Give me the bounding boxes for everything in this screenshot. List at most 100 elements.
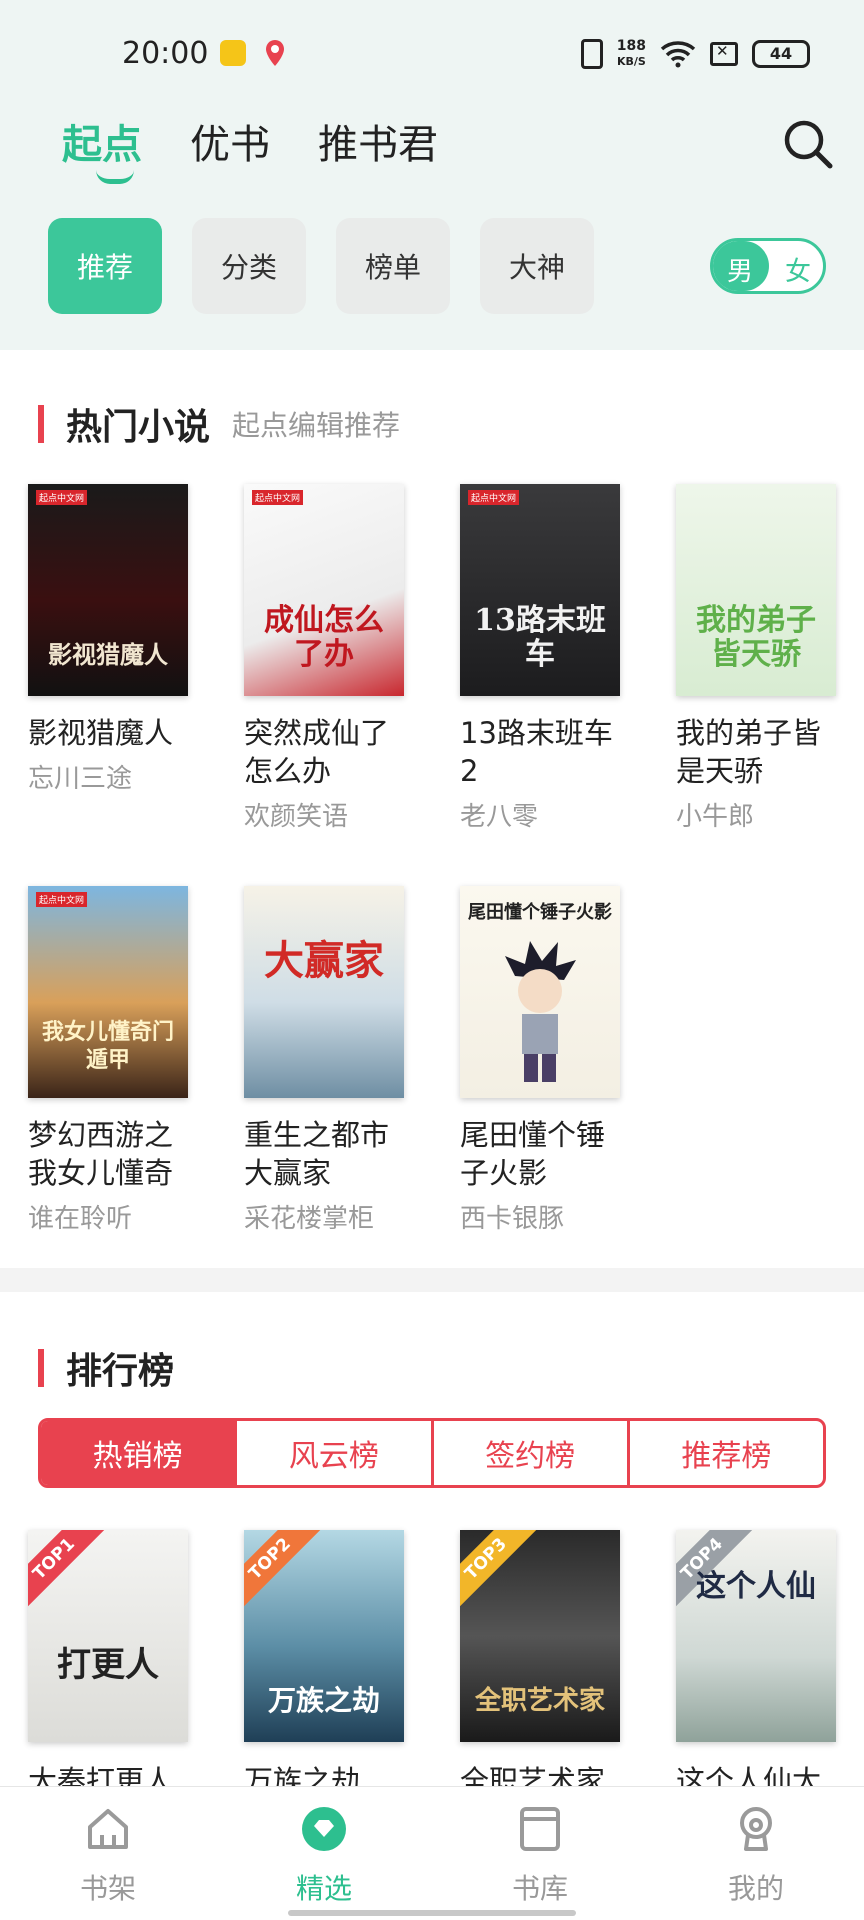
subtab-category[interactable]: 分类: [192, 218, 306, 314]
book-title: 影视猎魔人: [28, 716, 174, 750]
subtab-rankings[interactable]: 榜单: [336, 218, 450, 314]
book-cover: 我的弟子皆天骄: [676, 484, 836, 696]
search-icon[interactable]: [780, 116, 836, 172]
section-title: 热门小说: [66, 406, 211, 448]
cover-title: 影视猎魔人: [48, 640, 168, 669]
nav-featured[interactable]: 精选: [264, 1805, 384, 1907]
cover-title: 全职艺术家: [474, 1686, 605, 1716]
book-title: 13路末班车2: [460, 716, 613, 788]
book-cover: 起点中文网 影视猎魔人: [28, 484, 188, 696]
tab-label: 推书君: [318, 122, 438, 168]
ranked-book-card[interactable]: TOP2 万族之劫: [244, 1530, 404, 1742]
cover-title: 我的弟子皆天骄: [696, 603, 816, 672]
active-tab-indicator: [96, 170, 134, 184]
ranked-book-card[interactable]: TOP1 打更人: [28, 1530, 188, 1742]
nav-label: 我的: [727, 1872, 784, 1905]
nav-label: 书库: [511, 1872, 568, 1905]
location-pin-icon: [266, 40, 284, 66]
book-cover: 起点中文网 13路末班车: [460, 484, 620, 696]
book-title: 这个人仙太: [676, 1764, 822, 1786]
cover-character-illustration: [505, 941, 576, 1082]
cover-title: 13路末班车: [474, 603, 606, 672]
book-card[interactable]: 起点中文网 13路末班车 13路末班车2 老八零: [460, 484, 620, 833]
cover-title: 这个人仙: [696, 1569, 816, 1604]
sub-tabs: 推荐 分类 榜单 大神: [48, 218, 594, 314]
rank-badge: TOP2: [244, 1530, 324, 1613]
hot-novels-header: 热门小说 起点编辑推荐: [38, 398, 400, 450]
book-card[interactable]: 尾田懂个锤子火影 尾田懂个锤子火影 西卡银豚: [460, 886, 620, 1235]
publisher-logo: 起点中文网: [468, 490, 520, 505]
section-accent-bar: [38, 405, 44, 443]
book-card[interactable]: 起点中文网 影视猎魔人 影视猎魔人 忘川三途: [28, 484, 188, 795]
net-speed-unit: KB/S: [616, 55, 646, 68]
gender-female-label: 女: [785, 257, 812, 287]
book-cover: 大赢家: [244, 886, 404, 1098]
rank-badge: TOP1: [28, 1530, 108, 1613]
rank-badge: TOP3: [460, 1530, 540, 1613]
book-author: 忘川三途: [28, 764, 133, 794]
nav-label: 书架: [79, 1872, 136, 1905]
bottom-navigation: 书架 精选 书库 我的: [0, 1786, 864, 1920]
profile-icon: [740, 1807, 772, 1851]
nav-label: 精选: [295, 1872, 352, 1905]
header-area: 20:00 188 KB/S 44 起点: [0, 0, 864, 350]
ranked-book-card[interactable]: TOP3 全职艺术家: [460, 1530, 620, 1742]
publisher-logo: 起点中文网: [252, 490, 304, 505]
section-title: 排行榜: [66, 1350, 175, 1392]
ranking-header: 排行榜: [38, 1342, 174, 1394]
book-author: 西卡银豚: [460, 1204, 565, 1234]
nav-library[interactable]: 书库: [480, 1805, 600, 1907]
section-divider: [0, 1268, 864, 1292]
ranking-tab-trending[interactable]: 风云榜: [234, 1421, 430, 1485]
book-card[interactable]: 我的弟子皆天骄 我的弟子皆是天骄 小牛郎: [676, 484, 836, 833]
net-speed: 188 KB/S: [617, 39, 646, 69]
cover-title: 成仙怎么了办: [264, 603, 384, 672]
net-speed-value: 188: [616, 38, 646, 54]
book-card[interactable]: 起点中文网 我女儿懂奇门遁甲 梦幻西游之我女儿懂奇 谁在聆听: [28, 886, 188, 1235]
section-subtitle: 起点编辑推荐: [232, 409, 401, 442]
status-time: 20:00: [122, 36, 209, 71]
book-title: 重生之都市大赢家: [244, 1118, 390, 1190]
book-cover: TOP1 打更人: [28, 1530, 188, 1742]
book-card[interactable]: 起点中文网 成仙怎么了办 突然成仙了怎么办 欢颜笑语: [244, 484, 404, 833]
battery-indicator: 44: [752, 40, 810, 68]
cover-title: 万族之劫: [267, 1684, 380, 1717]
ranking-tab-recommended[interactable]: 推荐榜: [626, 1421, 823, 1485]
vibrate-icon: [580, 39, 603, 69]
book-title: 万族之劫: [244, 1764, 361, 1786]
book-cover: TOP3 全职艺术家: [460, 1530, 620, 1742]
status-icons: 188 KB/S 44: [580, 36, 810, 72]
ranked-book-titles: 大秦打更人 万族之劫 全职艺术家 这个人仙太: [0, 1756, 864, 1786]
cover-title: 打更人: [57, 1645, 159, 1685]
book-title: 尾田懂个锤子火影: [460, 1118, 606, 1190]
home-indicator[interactable]: [288, 1910, 576, 1916]
book-author: 老八零: [460, 802, 539, 832]
tab-qidian[interactable]: 起点: [62, 112, 142, 184]
book-cover: TOP4 这个人仙: [676, 1530, 836, 1742]
cover-title: 尾田懂个锤子火影: [468, 902, 612, 923]
book-title: 全职艺术家: [460, 1764, 606, 1786]
ranked-book-card[interactable]: TOP4 这个人仙: [676, 1530, 836, 1742]
book-title: 我的弟子皆是天骄: [676, 716, 822, 788]
gender-male-label: 男: [727, 257, 754, 287]
tab-tuishujun[interactable]: 推书君: [318, 112, 438, 170]
tab-youshu[interactable]: 优书: [190, 112, 270, 170]
ranking-tab-bestsellers[interactable]: 热销榜: [41, 1421, 235, 1485]
primary-tabs: 起点 优书 推书君: [62, 112, 438, 184]
cover-title: 我女儿懂奇门遁甲: [41, 1019, 174, 1073]
tab-label: 优书: [190, 122, 270, 168]
book-author: 采花楼掌柜: [244, 1204, 375, 1234]
subtab-authors[interactable]: 大神: [480, 218, 594, 314]
section-accent-bar: [38, 1349, 44, 1387]
status-bar: 20:00 188 KB/S 44: [0, 0, 864, 110]
nav-bookshelf[interactable]: 书架: [48, 1805, 168, 1907]
book-card[interactable]: 大赢家 重生之都市大赢家 采花楼掌柜: [244, 886, 404, 1235]
book-author: 欢颜笑语: [244, 802, 349, 832]
library-icon: [520, 1807, 560, 1851]
gender-toggle[interactable]: 男 女: [710, 238, 826, 294]
nav-profile[interactable]: 我的: [696, 1805, 816, 1907]
featured-icon: [302, 1807, 346, 1851]
notification-app-icon: [220, 40, 246, 66]
subtab-recommend[interactable]: 推荐: [48, 218, 162, 314]
ranking-tab-signed[interactable]: 签约榜: [430, 1421, 627, 1485]
